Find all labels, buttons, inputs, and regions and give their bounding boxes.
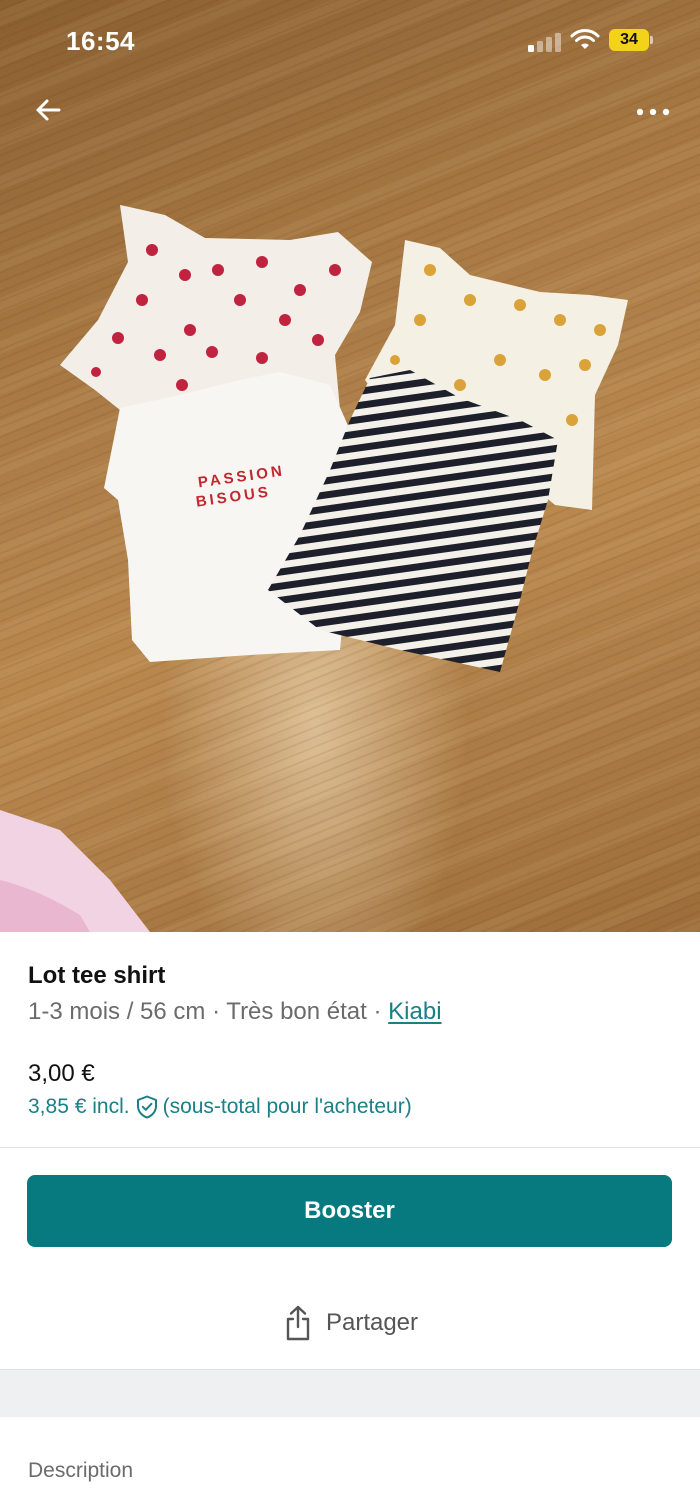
battery-level: 34 bbox=[620, 31, 638, 48]
ladybug-shirt bbox=[60, 205, 372, 415]
divider bbox=[0, 1147, 700, 1148]
share-button[interactable]: Partager bbox=[0, 1290, 700, 1356]
status-bar: 16:54 34 bbox=[0, 0, 700, 80]
buyer-price[interactable]: 3,85 € incl. (sous-total pour l'acheteur… bbox=[28, 1094, 412, 1120]
clothes-image: PASSION BISOUS bbox=[0, 205, 628, 932]
meta-separator: · bbox=[373, 998, 382, 1025]
more-dots-icon bbox=[636, 108, 670, 116]
battery-icon: 34 bbox=[609, 29, 653, 51]
item-title: Lot tee shirt bbox=[28, 962, 166, 989]
item-size: 1-3 mois / 56 cm bbox=[28, 998, 206, 1025]
buyer-price-note: (sous-total pour l'acheteur) bbox=[162, 1095, 412, 1118]
section-separator bbox=[0, 1369, 700, 1417]
status-time: 16:54 bbox=[66, 26, 135, 56]
item-condition: Très bon état bbox=[226, 998, 367, 1025]
meta-separator: · bbox=[212, 998, 221, 1025]
item-price: 3,00 € bbox=[28, 1060, 95, 1087]
arrow-left-icon bbox=[36, 99, 61, 121]
back-button[interactable] bbox=[26, 88, 70, 132]
more-options-button[interactable] bbox=[630, 92, 676, 132]
shield-check-icon bbox=[136, 1095, 157, 1119]
signal-icon bbox=[528, 30, 564, 52]
item-photo[interactable]: PASSION BISOUS 16:54 34 bbox=[0, 0, 700, 932]
booster-button[interactable]: Booster bbox=[27, 1175, 672, 1247]
share-label: Partager bbox=[325, 1309, 419, 1336]
share-icon bbox=[286, 1305, 310, 1341]
item-meta: 1-3 mois / 56 cm · Très bon état · Kiabi bbox=[28, 998, 442, 1026]
buyer-price-amount: 3,85 € incl. bbox=[28, 1095, 130, 1118]
description-heading: Description bbox=[28, 1459, 134, 1482]
brand-link[interactable]: Kiabi bbox=[388, 998, 441, 1025]
wifi-icon bbox=[570, 29, 600, 49]
